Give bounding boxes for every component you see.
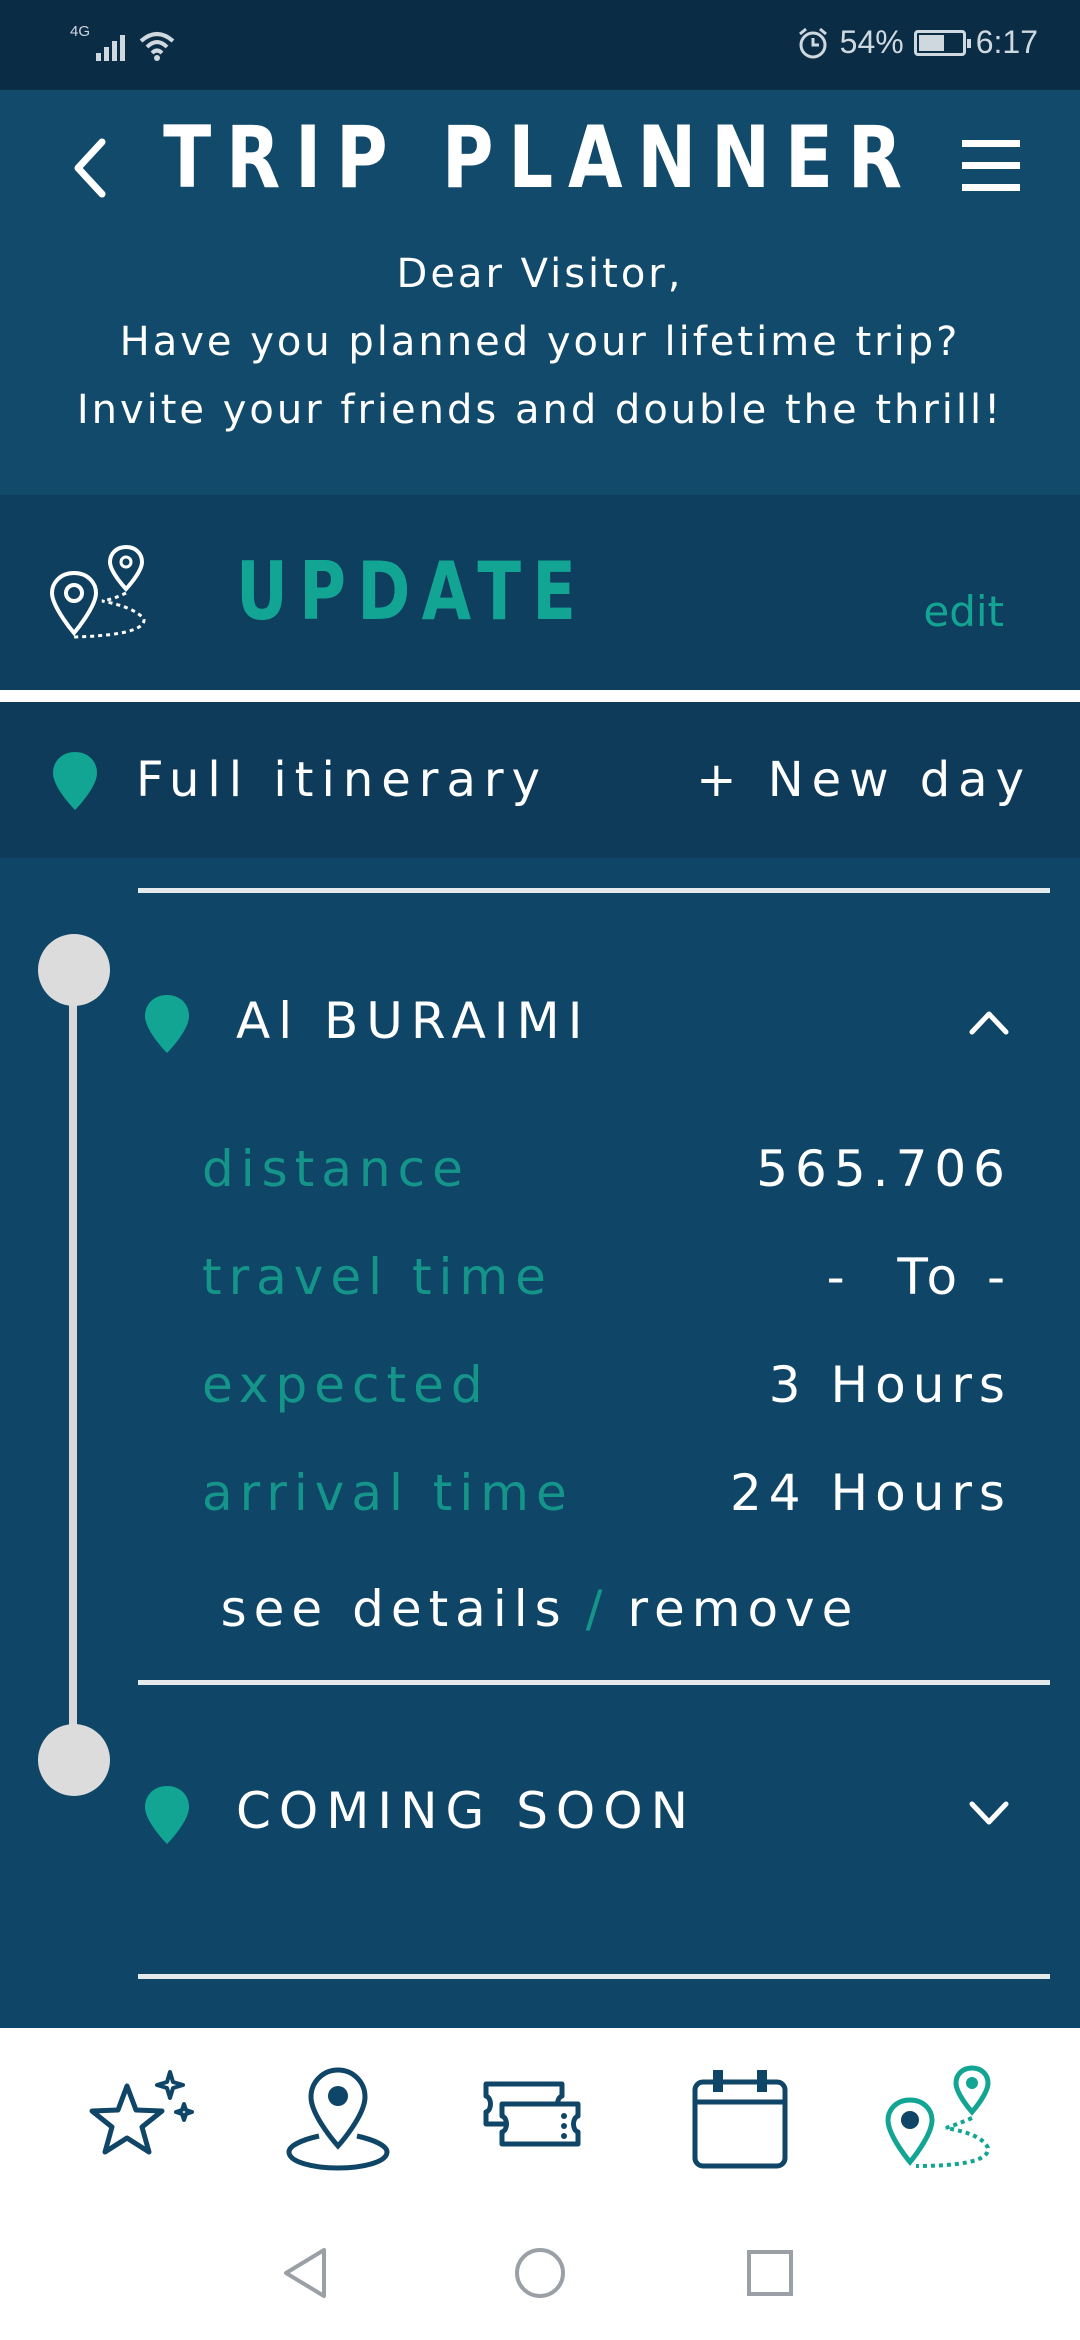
- stars-icon[interactable]: [72, 2064, 202, 2174]
- new-day-button[interactable]: + New day: [696, 752, 1032, 808]
- hamburger-menu-icon[interactable]: [958, 130, 1024, 200]
- greeting-line: Have you planned your lifetime trip?: [119, 319, 961, 365]
- status-bar: 4G 54% 6:17: [0, 0, 1080, 90]
- network-type: 4G: [70, 23, 91, 40]
- full-itinerary-label[interactable]: Full itinerary: [136, 752, 548, 808]
- app-header: TRIP PLANNER Dear Visitor, Have you plan…: [0, 90, 1080, 495]
- route-icon: [49, 544, 146, 639]
- chevron-up-icon[interactable]: [964, 1002, 1014, 1042]
- expected-label: expected: [202, 1356, 490, 1414]
- see-details-link[interactable]: see details: [221, 1580, 568, 1638]
- greeting-line: Invite your friends and double the thril…: [76, 387, 1004, 433]
- route-icon[interactable]: [876, 2064, 1006, 2174]
- location-pin-icon: [53, 752, 97, 810]
- divider: [138, 1680, 1050, 1685]
- distance-label: distance: [202, 1140, 470, 1198]
- timeline-line: [69, 968, 77, 1758]
- stop-name[interactable]: COMING SOON: [236, 1782, 696, 1840]
- timeline-node: [38, 1724, 110, 1796]
- arrival-time-value: 24 Hours: [729, 1464, 1012, 1522]
- back-triangle-icon[interactable]: [272, 2238, 342, 2308]
- clock: 6:17: [975, 24, 1038, 60]
- signal-icon: [96, 31, 126, 61]
- battery-icon: [913, 29, 971, 56]
- battery-percent: 54%: [839, 24, 904, 60]
- arrival-time-label: arrival time: [202, 1464, 574, 1522]
- update-section: UPDATE edit: [0, 495, 1080, 690]
- location-pin-icon: [145, 1786, 189, 1844]
- recents-square-icon[interactable]: [735, 2238, 805, 2308]
- greeting-line: Dear Visitor,: [396, 251, 684, 297]
- tickets-icon[interactable]: [474, 2064, 604, 2174]
- location-pin-icon: [145, 995, 189, 1053]
- distance-value: 565.706: [756, 1140, 1012, 1198]
- actions-separator: /: [585, 1580, 610, 1638]
- wifi-icon: [139, 32, 175, 61]
- divider: [0, 690, 1080, 702]
- travel-time-label: travel time: [202, 1248, 553, 1306]
- calendar-icon[interactable]: [675, 2064, 805, 2174]
- remove-link[interactable]: remove: [628, 1580, 860, 1638]
- edit-link[interactable]: edit: [923, 587, 1004, 636]
- stop-actions: see details / remove: [0, 1580, 1080, 1638]
- alarm-icon: [798, 27, 827, 58]
- chevron-down-icon[interactable]: [964, 1792, 1014, 1832]
- page-title: TRIP PLANNER: [163, 108, 917, 208]
- greeting-text: Dear Visitor, Have you planned your life…: [0, 240, 1080, 444]
- travel-time-value: - To -: [826, 1248, 1012, 1306]
- divider: [138, 888, 1050, 893]
- bottom-nav: [0, 2028, 1080, 2208]
- update-title: UPDATE: [236, 545, 588, 638]
- expected-value: 3 Hours: [768, 1356, 1012, 1414]
- divider: [138, 1974, 1050, 1979]
- itinerary-bar: Full itinerary + New day: [0, 702, 1080, 858]
- system-nav-bar: [0, 2208, 1080, 2340]
- stop-name[interactable]: Al BURAIMI: [236, 992, 590, 1050]
- home-circle-icon[interactable]: [505, 2238, 575, 2308]
- location-icon[interactable]: [273, 2064, 403, 2174]
- timeline-node: [38, 934, 110, 1006]
